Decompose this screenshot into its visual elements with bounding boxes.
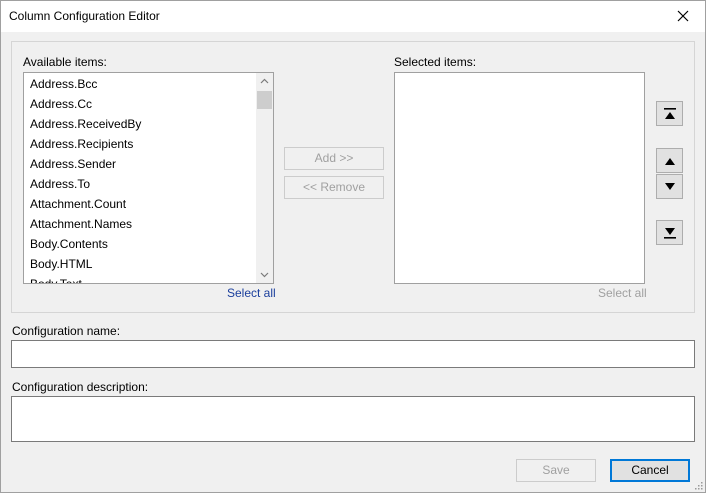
window-title: Column Configuration Editor bbox=[9, 9, 160, 23]
move-down-icon bbox=[665, 183, 675, 190]
scroll-up-button[interactable] bbox=[256, 73, 273, 90]
scroll-down-icon bbox=[260, 272, 269, 278]
config-description-label: Configuration description: bbox=[12, 380, 149, 394]
list-item[interactable]: Address.Bcc bbox=[30, 77, 97, 91]
resize-grip-icon[interactable] bbox=[693, 480, 703, 490]
list-item[interactable]: Address.Sender bbox=[30, 157, 116, 171]
move-top-icon bbox=[664, 108, 676, 119]
add-button[interactable]: Add >> bbox=[284, 147, 384, 170]
remove-button[interactable]: << Remove bbox=[284, 176, 384, 199]
close-button[interactable] bbox=[661, 1, 705, 32]
dialog-window: Column Configuration Editor Available it… bbox=[0, 0, 706, 493]
list-item[interactable]: Address.ReceivedBy bbox=[30, 117, 141, 131]
config-name-label: Configuration name: bbox=[12, 324, 121, 338]
available-list-scrollbar[interactable] bbox=[256, 73, 273, 283]
move-down-button[interactable] bbox=[656, 174, 683, 199]
list-item[interactable]: Attachment.Count bbox=[30, 197, 126, 211]
config-name-input[interactable] bbox=[11, 340, 695, 368]
selected-items-list[interactable] bbox=[394, 72, 645, 284]
list-item[interactable]: Address.Recipients bbox=[30, 137, 133, 151]
scroll-thumb[interactable] bbox=[257, 91, 272, 109]
list-item[interactable]: Body.Contents bbox=[30, 237, 108, 251]
cancel-button[interactable]: Cancel bbox=[610, 459, 690, 482]
scroll-up-icon bbox=[260, 78, 269, 84]
save-button[interactable]: Save bbox=[516, 459, 596, 482]
available-items-label: Available items: bbox=[23, 55, 107, 69]
scroll-down-button[interactable] bbox=[256, 266, 273, 283]
move-bottom-icon bbox=[664, 228, 676, 239]
available-items-list[interactable]: Address.Bcc Address.Cc Address.ReceivedBy A… bbox=[23, 72, 274, 284]
list-item[interactable]: Address.To bbox=[30, 177, 90, 191]
list-item[interactable]: Address.Cc bbox=[30, 97, 92, 111]
config-description-input[interactable] bbox=[11, 396, 695, 442]
close-icon bbox=[677, 10, 689, 22]
move-top-button[interactable] bbox=[656, 101, 683, 126]
list-item[interactable]: Attachment.Names bbox=[30, 217, 132, 231]
move-bottom-button[interactable] bbox=[656, 220, 683, 245]
available-select-all-link[interactable]: Select all bbox=[227, 286, 276, 300]
list-item[interactable]: Body.HTML bbox=[30, 257, 92, 271]
selected-select-all-link[interactable]: Select all bbox=[598, 286, 647, 300]
move-up-icon bbox=[665, 158, 675, 165]
selected-items-label: Selected items: bbox=[394, 55, 477, 69]
items-group: Available items: Address.Bcc Address.Cc Ad… bbox=[11, 41, 695, 313]
title-bar: Column Configuration Editor bbox=[1, 1, 705, 32]
list-item[interactable]: Body.Text bbox=[30, 277, 82, 283]
move-up-button[interactable] bbox=[656, 148, 683, 173]
